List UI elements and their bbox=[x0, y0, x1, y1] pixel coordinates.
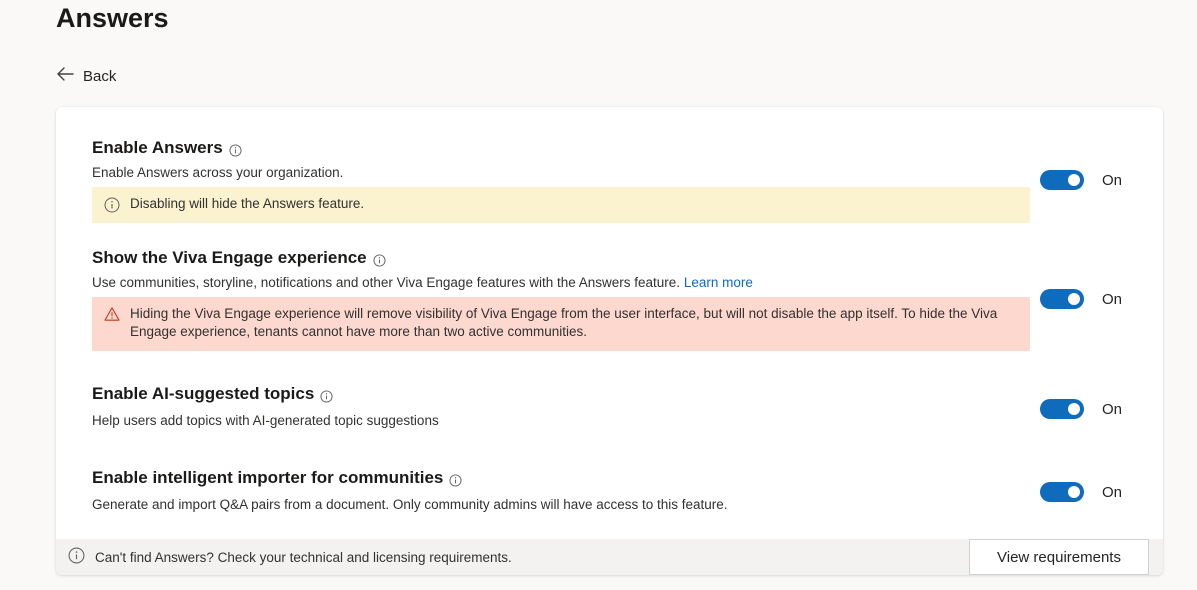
toggle-intelligent-importer: On bbox=[1040, 482, 1122, 502]
setting-title: Enable Answers bbox=[92, 138, 223, 157]
setting-title: Show the Viva Engage experience bbox=[92, 248, 367, 267]
toggle-viva-engage: On bbox=[1040, 289, 1122, 309]
description-text: Use communities, storyline, notification… bbox=[92, 275, 681, 290]
setting-description: Generate and import Q&A pairs from a doc… bbox=[92, 497, 728, 512]
setting-description: Help users add topics with AI-generated … bbox=[92, 413, 439, 428]
info-icon[interactable] bbox=[320, 388, 333, 403]
back-button[interactable]: Back bbox=[55, 64, 116, 88]
toggle-ai-topics: On bbox=[1040, 399, 1122, 419]
setting-intelligent-importer: Enable intelligent importer for communit… bbox=[92, 467, 1152, 512]
toggle-label: On bbox=[1102, 400, 1123, 418]
toggle-switch[interactable] bbox=[1040, 170, 1084, 190]
toggle-enable-answers: On bbox=[1040, 170, 1122, 190]
info-icon[interactable] bbox=[449, 472, 462, 487]
settings-card: Enable Answers Enable Answers across you… bbox=[56, 107, 1163, 575]
page-title: Answers bbox=[56, 3, 169, 33]
banner-text: Disabling will hide the Answers feature. bbox=[130, 196, 365, 211]
toggle-label: On bbox=[1102, 171, 1123, 189]
setting-ai-topics: Enable AI-suggested topics Help users ad… bbox=[92, 383, 1152, 428]
toggle-label: On bbox=[1102, 483, 1123, 501]
requirements-footer: Can't find Answers? Check your technical… bbox=[56, 539, 1163, 575]
info-icon[interactable] bbox=[373, 252, 386, 267]
footer-text: Can't find Answers? Check your technical… bbox=[95, 549, 512, 565]
toggle-label: On bbox=[1102, 290, 1123, 308]
info-icon[interactable] bbox=[229, 142, 242, 157]
setting-description: Use communities, storyline, notification… bbox=[92, 275, 1152, 290]
setting-enable-answers: Enable Answers Enable Answers across you… bbox=[92, 137, 1152, 223]
info-icon bbox=[68, 547, 85, 567]
learn-more-link[interactable]: Learn more bbox=[684, 275, 753, 290]
warning-icon bbox=[104, 305, 120, 327]
setting-title: Enable AI-suggested topics bbox=[92, 384, 315, 403]
toggle-switch[interactable] bbox=[1040, 399, 1084, 419]
info-icon bbox=[104, 196, 120, 216]
info-banner: Disabling will hide the Answers feature. bbox=[92, 187, 1030, 223]
toggle-switch[interactable] bbox=[1040, 289, 1084, 309]
warning-banner: Hiding the Viva Engage experience will r… bbox=[92, 297, 1030, 351]
setting-title: Enable intelligent importer for communit… bbox=[92, 468, 444, 487]
banner-text: Hiding the Viva Engage experience will r… bbox=[130, 306, 998, 339]
setting-viva-engage: Show the Viva Engage experience Use comm… bbox=[92, 247, 1152, 351]
setting-description: Enable Answers across your organization. bbox=[92, 165, 344, 180]
view-requirements-button[interactable]: View requirements bbox=[969, 539, 1149, 575]
toggle-switch[interactable] bbox=[1040, 482, 1084, 502]
back-label: Back bbox=[83, 67, 117, 85]
arrow-left-icon bbox=[55, 64, 75, 88]
